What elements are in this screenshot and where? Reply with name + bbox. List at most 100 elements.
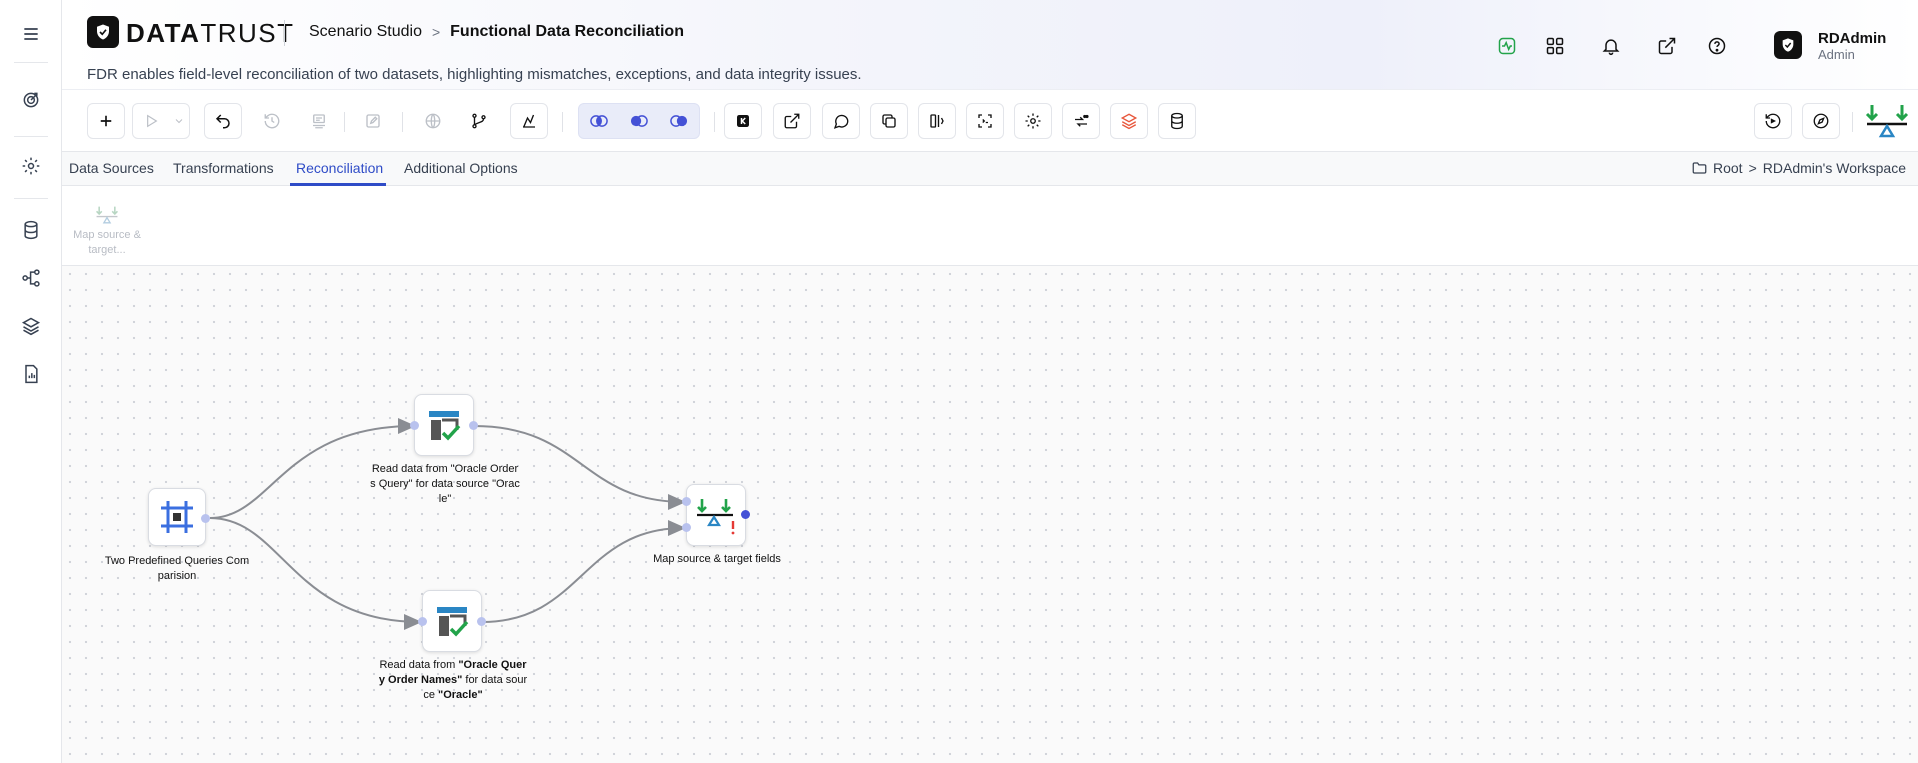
avatar[interactable] (1774, 31, 1802, 59)
node-source-output-port[interactable] (201, 514, 210, 523)
target-icon[interactable] (15, 84, 47, 116)
chart-button[interactable] (510, 103, 548, 139)
run-button-group (132, 103, 190, 139)
layers-icon[interactable] (15, 310, 47, 342)
workspace-name[interactable]: RDAdmin's Workspace (1763, 160, 1906, 176)
table-check-icon (429, 411, 461, 441)
palette-item-label: Map source & target... (73, 229, 141, 256)
user-role: Admin (1818, 47, 1855, 62)
folder-icon (1692, 162, 1707, 174)
full-join-icon[interactable] (579, 104, 619, 138)
node-read-top-output-port[interactable] (469, 421, 478, 430)
compass-button[interactable] (1802, 103, 1840, 139)
scale-icon (96, 206, 118, 224)
rail-divider (14, 62, 48, 63)
edge-layer (209, 418, 686, 630)
join-type-group (578, 103, 700, 139)
help-icon[interactable] (1704, 33, 1730, 59)
reconcile-scale-icon (697, 499, 735, 535)
workspace-root[interactable]: Root (1713, 160, 1743, 176)
reconcile-scale-icon[interactable] (1864, 102, 1910, 140)
export-button[interactable] (773, 103, 811, 139)
node-map-label: Map source & target fields (653, 553, 781, 565)
toolbar-divider (344, 112, 345, 132)
node-read-top[interactable] (410, 394, 478, 456)
grid-icon[interactable] (1542, 33, 1568, 59)
globe-button[interactable] (414, 103, 452, 139)
header-divider (284, 20, 285, 46)
header: DATATRUST Scenario Studio > Functional D… (62, 0, 1918, 90)
workspace-separator: > (1748, 160, 1757, 176)
gear-icon[interactable] (15, 150, 47, 182)
copy-button[interactable] (870, 103, 908, 139)
node-read-bottom-input-port[interactable] (418, 617, 427, 626)
database-button[interactable] (1158, 103, 1196, 139)
node-read-top-label: Read data from "Oracle Orders Query" for… (370, 463, 520, 505)
bell-icon[interactable] (1598, 33, 1624, 59)
history-button[interactable] (253, 103, 291, 139)
database-icon[interactable] (15, 214, 47, 246)
play-icon[interactable] (133, 104, 169, 138)
tab-additional-options[interactable]: Additional Options (404, 160, 518, 176)
app-root: DATATRUST Scenario Studio > Functional D… (0, 0, 1918, 763)
menu-icon[interactable] (15, 18, 47, 50)
toolbar-divider (402, 112, 403, 132)
settings-button[interactable] (1014, 103, 1052, 139)
undo-button[interactable] (204, 103, 242, 139)
node-map-input-port-1[interactable] (682, 497, 691, 506)
workspace-breadcrumb[interactable]: Root > RDAdmin's Workspace (1692, 160, 1906, 176)
crop-grid-icon (161, 501, 193, 533)
node-read-bottom[interactable] (418, 590, 486, 652)
comment-button[interactable] (822, 103, 860, 139)
node-read-top-input-port[interactable] (410, 421, 419, 430)
breadcrumb: Scenario Studio > Functional Data Reconc… (309, 23, 684, 41)
left-rail (0, 0, 62, 763)
edit-button[interactable] (354, 103, 392, 139)
transform-button[interactable] (1062, 103, 1100, 139)
tab-reconciliation[interactable]: Reconciliation (296, 160, 383, 176)
brand-name: DATATRUST (126, 18, 295, 48)
table-check-icon (437, 607, 469, 637)
brand-logo-icon (87, 16, 119, 48)
node-map-input-port-2[interactable] (682, 523, 691, 532)
workflow-icon[interactable] (15, 262, 47, 294)
first-page-button[interactable] (724, 103, 762, 139)
rail-divider (14, 136, 48, 137)
page-title: Functional Data Reconciliation (450, 23, 684, 40)
breadcrumb-root[interactable]: Scenario Studio (309, 23, 422, 41)
tab-data-sources[interactable]: Data Sources (69, 160, 154, 176)
workflow-canvas[interactable]: Two Predefined Queries Comparision Read … (62, 266, 1918, 763)
add-button[interactable] (87, 103, 125, 139)
external-link-icon[interactable] (1654, 33, 1680, 59)
page-description: FDR enables field-level reconciliation o… (87, 66, 862, 83)
toolbar-divider (1852, 112, 1853, 132)
toolbar-divider (714, 112, 715, 132)
node-read-bottom-output-port[interactable] (477, 617, 486, 626)
palette-item-map[interactable]: Map source & target... (72, 204, 142, 258)
rail-divider (14, 198, 48, 199)
node-source[interactable] (148, 488, 210, 546)
edge-read-bottom-to-map (481, 520, 686, 623)
node-map-output-port[interactable] (741, 510, 750, 519)
branch-button[interactable] (460, 103, 498, 139)
scan-button[interactable] (966, 103, 1004, 139)
template-button[interactable] (300, 103, 338, 139)
stack-button[interactable] (1110, 103, 1148, 139)
toolbar-divider (562, 112, 563, 132)
toolbar (62, 90, 1918, 152)
user-name[interactable]: RDAdmin (1818, 30, 1886, 47)
left-join-icon[interactable] (619, 104, 659, 138)
node-read-bottom-label: Read data from "Oracle Query Order Names… (378, 659, 528, 701)
right-join-icon[interactable] (659, 104, 699, 138)
activity-icon[interactable] (1494, 33, 1520, 59)
node-source-label: Two Predefined Queries Comparision (104, 555, 250, 582)
chevron-down-icon[interactable] (169, 104, 189, 138)
tab-bar: Data Sources Transformations Reconciliat… (62, 152, 1918, 186)
report-icon[interactable] (15, 358, 47, 390)
restore-button[interactable] (1754, 103, 1792, 139)
node-palette: Map source & target... (62, 186, 1918, 266)
split-button[interactable] (918, 103, 956, 139)
node-map[interactable] (682, 484, 750, 546)
tab-transformations[interactable]: Transformations (173, 160, 274, 176)
breadcrumb-separator: > (431, 24, 441, 40)
